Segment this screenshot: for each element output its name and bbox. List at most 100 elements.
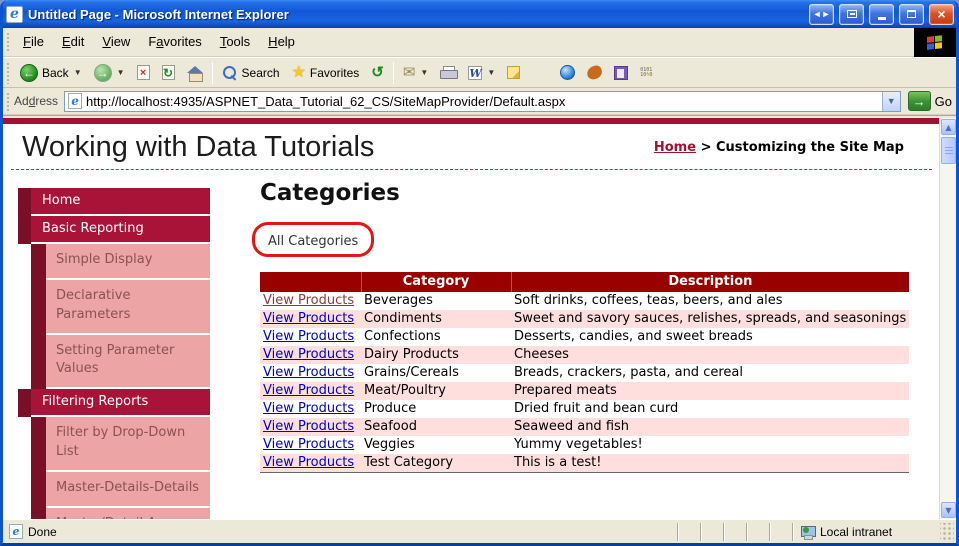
page-viewport: Working with Data Tutorials Home > Custo… [3, 118, 956, 519]
history-button[interactable]: ↺ [365, 62, 390, 84]
search-icon [222, 65, 238, 81]
research-button[interactable] [608, 62, 634, 84]
resize-width-button[interactable]: ◄► [809, 3, 834, 25]
menu-favorites[interactable]: Favorites [139, 29, 210, 54]
scroll-down-button[interactable]: ▼ [941, 502, 956, 518]
minimize-icon [877, 17, 886, 20]
go-label: Go [934, 93, 952, 109]
sidebar-item-simple-display[interactable]: Simple Display [31, 244, 210, 280]
category-cell: Meat/Poultry [361, 382, 511, 400]
description-cell: Yummy vegetables! [514, 437, 643, 452]
stop-button[interactable]: × [131, 61, 156, 84]
mail-dropdown-icon[interactable]: ▼ [420, 68, 428, 77]
favorites-button[interactable]: ★ Favorites [286, 62, 366, 84]
maximize-icon [907, 10, 916, 18]
table-row: View Products Condiments Sweet and savory … [260, 310, 910, 328]
standard-toolbar: ← Back ▼ → ▼ × ↻ Search ★ Favorites ↺ ✉ … [3, 57, 956, 88]
description-cell: Sweet and savory sauces, relishes, sprea… [511, 310, 910, 328]
view-products-link[interactable]: View Products [263, 347, 354, 362]
messenger-button[interactable] [554, 61, 581, 84]
popout-button[interactable] [839, 3, 864, 25]
status-empty-pane [746, 522, 769, 541]
search-button[interactable]: Search [216, 61, 286, 85]
category-cell: Beverages [364, 293, 433, 308]
status-page-icon: e [9, 524, 23, 539]
sidebar-item-master-details-details[interactable]: Master-Details-Details [31, 471, 210, 508]
page-header: Working with Data Tutorials Home > Custo… [3, 124, 956, 169]
back-dropdown-icon[interactable]: ▼ [74, 68, 82, 77]
maximize-button[interactable] [899, 3, 924, 25]
breadcrumb-home-link[interactable]: Home [654, 140, 696, 155]
view-products-link[interactable]: View Products [263, 293, 354, 308]
close-button[interactable]: × [929, 3, 954, 25]
view-products-link[interactable]: View Products [263, 311, 354, 326]
home-button[interactable] [181, 62, 209, 84]
view-products-link[interactable]: View Products [263, 419, 354, 434]
forward-button[interactable]: → ▼ [88, 60, 131, 86]
msn-button[interactable] [581, 62, 608, 83]
refresh-button[interactable]: ↻ [156, 61, 181, 84]
menu-view[interactable]: View [93, 29, 139, 54]
print-icon [440, 66, 459, 79]
favorites-star-icon: ★ [291, 63, 306, 81]
main-content: Categories All Categories Category Descri… [252, 180, 920, 473]
menu-tools[interactable]: Tools [211, 29, 259, 54]
addressbar-grip[interactable] [5, 90, 12, 112]
menubar-grip[interactable] [5, 30, 12, 54]
view-products-link[interactable]: View Products [263, 455, 354, 470]
sidebar-item-master-detail-across-two-pages[interactable]: Master/Detail Across Two Pages [31, 507, 210, 519]
column-header [260, 272, 361, 292]
ie-app-icon: e [6, 5, 23, 23]
sidebar-item-filtering-reports[interactable]: Filtering Reports [18, 389, 210, 418]
resize-grip[interactable] [940, 522, 954, 541]
toolbar-separator [392, 61, 394, 84]
category-cell: Veggies [364, 437, 415, 452]
forward-dropdown-icon[interactable]: ▼ [117, 68, 125, 77]
address-input[interactable]: e http://localhost:4935/ASPNET_Data_Tuto… [64, 90, 901, 112]
print-button[interactable] [434, 62, 462, 83]
view-products-link[interactable]: View Products [263, 383, 354, 398]
go-button[interactable]: → [907, 91, 931, 111]
vertical-scrollbar[interactable]: ▲ ▼ [939, 118, 956, 519]
description-cell: This is a test! [511, 454, 910, 473]
toolbar-grip[interactable] [5, 60, 12, 85]
sidebar-item-basic-reporting[interactable]: Basic Reporting [18, 216, 210, 244]
mail-button[interactable]: ✉ ▼ [397, 62, 435, 84]
scrollbar-thumb[interactable] [941, 137, 956, 164]
description-cell: Soft drinks, coffees, teas, beers, and a… [514, 293, 783, 308]
browser-window: e Untitled Page - Microsoft Internet Exp… [0, 0, 959, 546]
view-products-link[interactable]: View Products [263, 437, 354, 452]
view-products-link[interactable]: View Products [263, 365, 354, 380]
research-icon [614, 65, 629, 80]
view-products-link[interactable]: View Products [263, 401, 354, 416]
view-products-link[interactable]: View Products [263, 329, 354, 344]
sidebar-item-declarative-parameters[interactable]: Declarative Parameters [31, 279, 210, 335]
breadcrumb: Home > Customizing the Site Map [654, 140, 904, 155]
minimize-button[interactable] [869, 3, 894, 25]
title-bar[interactable]: e Untitled Page - Microsoft Internet Exp… [3, 0, 956, 28]
sidebar-item-filter-by-drop-down-list[interactable]: Filter by Drop-Down List [31, 417, 210, 472]
sidebar-item-setting-parameter-values[interactable]: Setting Parameter Values [31, 334, 210, 389]
zone-text: Local intranet [820, 524, 893, 539]
edit-with-word-button[interactable]: W ▼ [462, 62, 501, 84]
notes-button[interactable] [501, 62, 526, 83]
back-button[interactable]: ← Back ▼ [14, 60, 88, 86]
table-row: View Products Confections Desserts, candie… [260, 328, 909, 346]
categories-table: Category Description View Products Beverag… [260, 272, 910, 473]
table-row: View Products Meat/Poultry Prepared meats [260, 382, 910, 400]
menu-file[interactable]: File [14, 29, 53, 54]
status-empty-pane [723, 522, 746, 541]
scroll-up-button[interactable]: ▲ [941, 119, 956, 135]
script-debugger-button[interactable]: 0101 10ϟ0 [634, 64, 660, 82]
local-intranet-icon [801, 525, 816, 540]
address-dropdown-button[interactable]: ▼ [881, 91, 900, 111]
address-bar: Address e http://localhost:4935/ASPNET_D… [3, 88, 956, 115]
annotation-ellipse: All Categories [252, 222, 375, 257]
sidebar-item-home[interactable]: Home [18, 188, 210, 216]
status-bar: e Done Local intranet [3, 519, 956, 543]
word-dropdown-icon[interactable]: ▼ [487, 68, 495, 77]
menu-edit[interactable]: Edit [53, 29, 93, 54]
page-icon: e [68, 93, 83, 109]
breadcrumb-current: Customizing the Site Map [716, 140, 904, 155]
menu-help[interactable]: Help [259, 29, 304, 54]
